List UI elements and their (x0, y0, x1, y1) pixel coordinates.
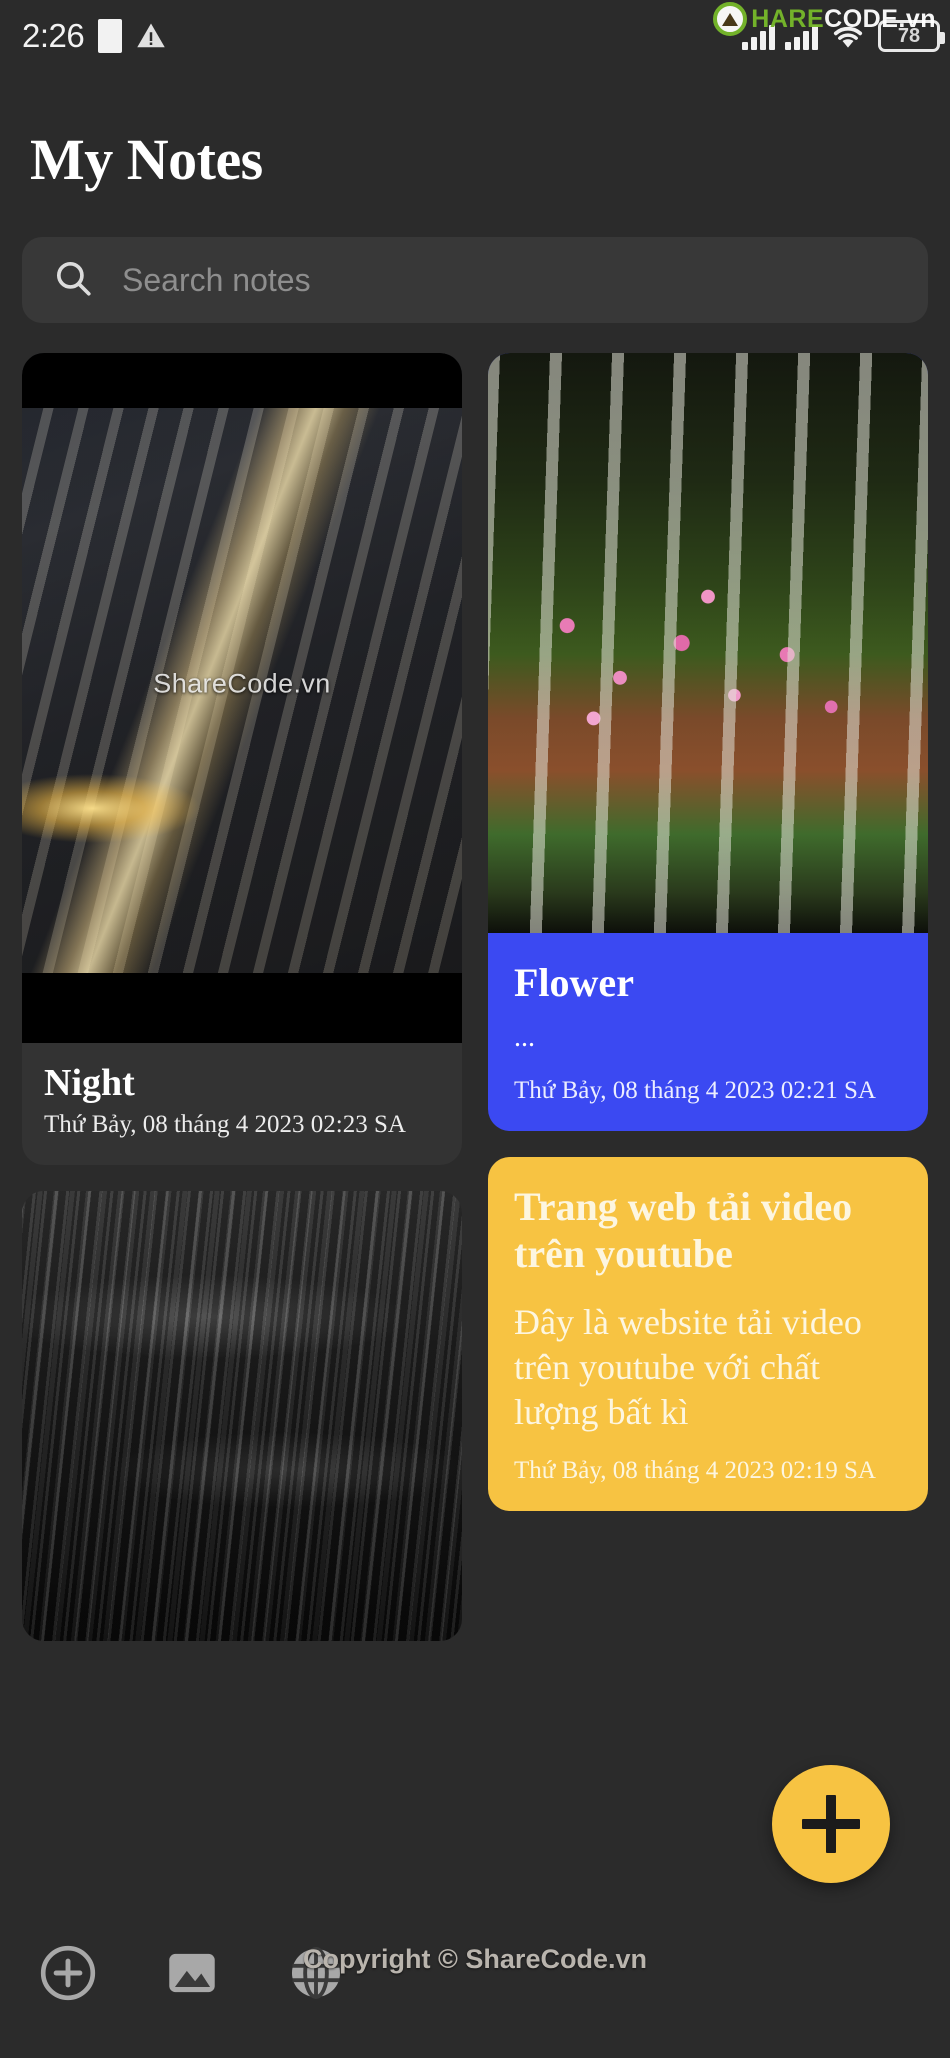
note-image-waves (22, 1190, 462, 1641)
note-meta-night: Night Thứ Bảy, 08 tháng 4 2023 02:23 SA (22, 1043, 462, 1165)
note-body: ... (514, 1022, 535, 1054)
notes-column-right: Flower ... Thứ Bảy, 08 tháng 4 2023 02:2… (488, 353, 928, 1511)
notes-grid: ShareCode.vn Night Thứ Bảy, 08 tháng 4 2… (22, 353, 928, 1641)
add-circle-icon (37, 1942, 99, 2009)
sharecode-watermark-text: HARECODE.vn (751, 4, 936, 33)
search-bar[interactable] (22, 237, 928, 323)
note-title: Flower (514, 960, 634, 1005)
globe-icon (285, 1942, 347, 2009)
note-card-flower[interactable]: Flower ... Thứ Bảy, 08 tháng 4 2023 02:2… (488, 353, 928, 1132)
warning-icon (136, 21, 166, 51)
note-image-flower (488, 353, 928, 933)
note-image-night: ShareCode.vn (22, 353, 462, 1043)
copyright-watermark: Copyright © ShareCode.vn (303, 1944, 647, 1974)
note-card-trang-web[interactable]: Trang web tải video trên youtube Đây là … (488, 1157, 928, 1511)
notification-block-icon (98, 19, 123, 53)
image-watermark: ShareCode.vn (153, 668, 331, 699)
note-card-night[interactable]: ShareCode.vn Night Thứ Bảy, 08 tháng 4 2… (22, 353, 462, 1165)
note-title: Night (44, 1062, 135, 1104)
watermark-part-vn: .vn (898, 4, 936, 33)
watermark-part-hare: HARE (751, 4, 825, 33)
image-icon (161, 1942, 223, 2009)
search-icon (52, 257, 94, 304)
note-date: Thứ Bảy, 08 tháng 4 2023 02:21 SA (514, 1077, 876, 1105)
watermark-part-code: CODE (824, 4, 899, 33)
status-clock: 2:26 (22, 17, 85, 54)
note-date: Thứ Bảy, 08 tháng 4 2023 02:23 SA (44, 1110, 406, 1138)
page-title: My Notes (30, 127, 263, 192)
note-date: Thứ Bảy, 08 tháng 4 2023 02:19 SA (514, 1456, 876, 1484)
status-bar-left: 2:26 (22, 17, 166, 55)
nav-web-button[interactable] (270, 1942, 362, 2009)
note-card-waves[interactable] (22, 1190, 462, 1641)
add-note-fab[interactable] (772, 1765, 890, 1883)
bottom-navigation: Copyright © ShareCode.vn (0, 1930, 950, 2058)
nav-images-button[interactable] (146, 1942, 238, 2009)
sharecode-badge-icon (713, 2, 748, 36)
nav-add-button[interactable] (22, 1942, 114, 2009)
sharecode-watermark-logo: HARECODE.vn (713, 2, 936, 36)
search-input[interactable] (122, 261, 898, 299)
notes-column-left: ShareCode.vn Night Thứ Bảy, 08 tháng 4 2… (22, 353, 462, 1641)
note-meta-flower: Flower ... Thứ Bảy, 08 tháng 4 2023 02:2… (488, 933, 928, 1131)
note-body: Đây là website tải video trên youtube vớ… (514, 1301, 862, 1432)
plus-icon (802, 1795, 860, 1853)
status-bar: 2:26 78 HARECODE.vn (0, 0, 950, 72)
note-title: Trang web tải video trên youtube (514, 1184, 853, 1277)
